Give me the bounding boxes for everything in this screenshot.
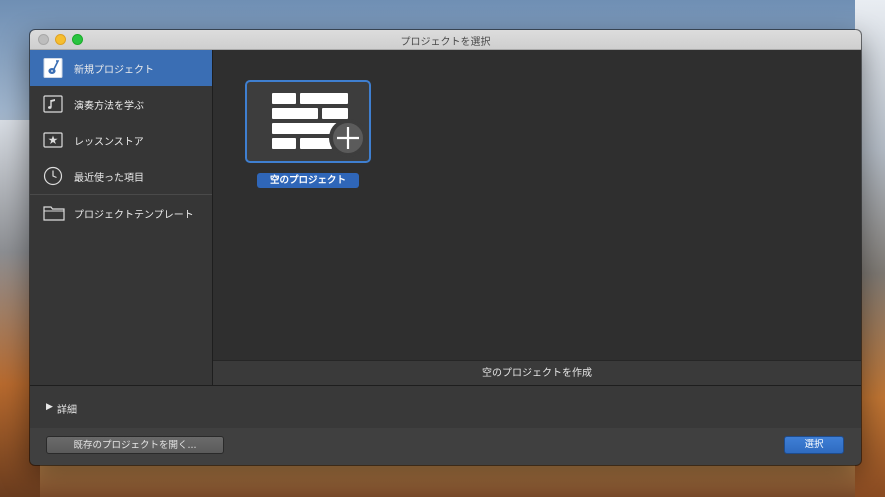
details-section: ▶ 詳細 xyxy=(30,385,861,429)
empty-project-tile[interactable] xyxy=(245,80,371,163)
sidebar-item-label: プロジェクトテンプレート xyxy=(74,210,194,221)
sidebar-item-label: 新規プロジェクト xyxy=(74,65,154,76)
bottom-toolbar: 既存のプロジェクトを開く... 選択 xyxy=(30,428,861,465)
sidebar-item-project-templates[interactable]: プロジェクトテンプレート xyxy=(30,195,212,231)
selection-description: 空のプロジェクトを作成 xyxy=(213,360,861,386)
star-box-icon xyxy=(43,130,63,150)
sidebar: 新規プロジェクト 演奏方法を学ぶ レッスンストア 最近使った項目 プロジェクトテ… xyxy=(30,50,213,385)
sidebar-item-recent[interactable]: 最近使った項目 xyxy=(30,158,212,194)
sidebar-item-learn-to-play[interactable]: 演奏方法を学ぶ xyxy=(30,86,212,122)
sidebar-item-label: 最近使った項目 xyxy=(74,173,144,184)
guitar-document-icon xyxy=(43,58,63,78)
sidebar-item-new-project[interactable]: 新規プロジェクト xyxy=(30,50,212,86)
clock-icon xyxy=(43,166,63,186)
music-note-icon xyxy=(43,94,63,114)
project-chooser-window: プロジェクトを選択 新規プロジェクト 演奏方法を学ぶ レッスンストア 最近使った… xyxy=(30,30,861,465)
disclosure-triangle-icon[interactable]: ▶ xyxy=(46,402,53,412)
title-bar: プロジェクトを選択 xyxy=(30,30,861,50)
select-button[interactable]: 選択 xyxy=(784,436,844,454)
tile-label: 空のプロジェクト xyxy=(257,173,359,188)
folder-icon xyxy=(43,203,65,223)
sidebar-item-label: レッスンストア xyxy=(74,137,144,148)
open-existing-project-button[interactable]: 既存のプロジェクトを開く... xyxy=(46,436,224,454)
sidebar-item-lesson-store[interactable]: レッスンストア xyxy=(30,122,212,158)
sidebar-item-label: 演奏方法を学ぶ xyxy=(74,101,144,112)
project-gallery: 空のプロジェクト xyxy=(213,50,861,360)
window-title: プロジェクトを選択 xyxy=(400,37,491,48)
details-label[interactable]: 詳細 xyxy=(57,401,77,416)
